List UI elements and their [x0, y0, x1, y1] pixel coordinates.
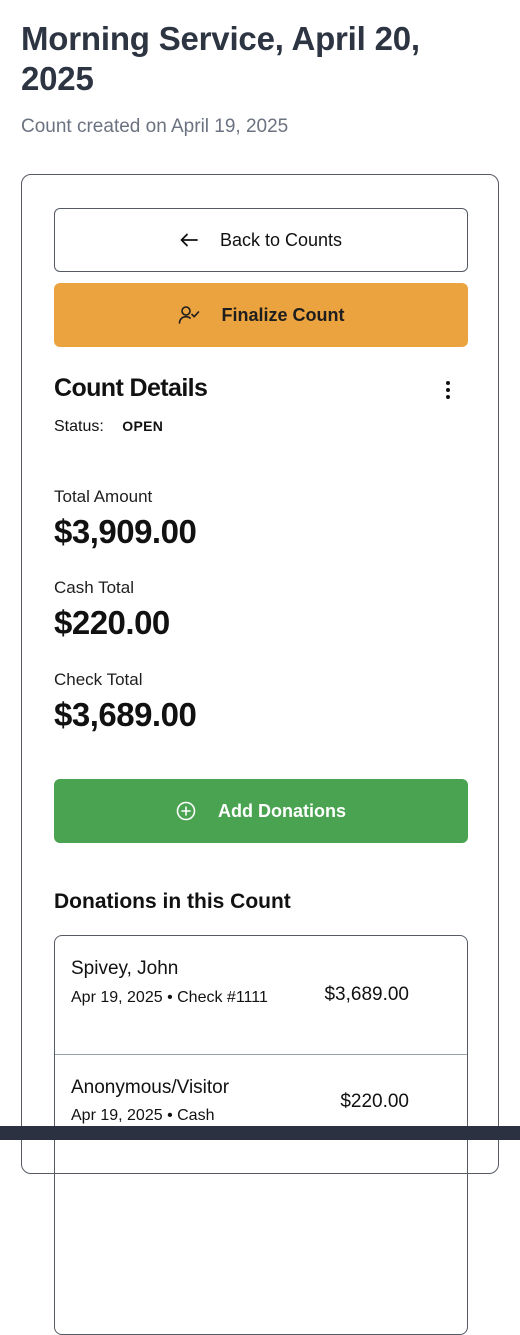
plus-circle-icon: [176, 801, 196, 821]
page-subtitle: Count created on April 19, 2025: [21, 116, 289, 137]
user-check-icon: [178, 305, 200, 325]
add-donations-button[interactable]: Add Donations: [54, 779, 468, 843]
status-label: Status:: [54, 418, 104, 435]
total-amount-label: Total Amount: [54, 487, 153, 506]
donations-section-title: Donations in this Count: [54, 890, 291, 913]
cash-total-value: $220.00: [54, 604, 170, 641]
page-title: Morning Service, April 20, 2025: [21, 20, 420, 97]
count-card: Back to Counts Finalize Count Count Deta…: [21, 174, 499, 1335]
cash-total-label: Cash Total: [54, 578, 135, 597]
status-value: OPEN: [122, 418, 164, 434]
check-total-value: $3,689.00: [54, 696, 197, 733]
donation-meta: Apr 19, 2025 • Check #1111: [71, 989, 268, 1006]
bottom-bar: [0, 1126, 520, 1140]
finalize-count-label: Finalize Count: [221, 305, 345, 325]
status-row: Status: OPEN: [54, 415, 163, 438]
finalize-count-button[interactable]: Finalize Count: [54, 283, 468, 347]
donation-amount: $3,689.00: [324, 984, 409, 1005]
total-amount-value: $3,909.00: [54, 513, 197, 550]
donation-row[interactable]: Anonymous/Visitor Apr 19, 2025 • Cash $2…: [55, 1054, 467, 1175]
more-vertical-icon[interactable]: [438, 377, 458, 403]
back-to-counts-button[interactable]: Back to Counts: [54, 208, 468, 272]
donation-amount: $220.00: [340, 1091, 409, 1112]
arrow-left-icon: [180, 233, 198, 247]
back-to-counts-label: Back to Counts: [219, 230, 343, 250]
check-total-label: Check Total: [54, 670, 143, 689]
donor-name: Spivey, John: [71, 958, 179, 979]
donor-name: Anonymous/Visitor: [71, 1077, 230, 1098]
donation-row[interactable]: Spivey, John Apr 19, 2025 • Check #1111 …: [55, 936, 467, 1054]
add-donations-label: Add Donations: [218, 801, 346, 821]
count-details-title: Count Details: [54, 374, 208, 402]
donation-meta: Apr 19, 2025 • Cash: [71, 1107, 215, 1124]
